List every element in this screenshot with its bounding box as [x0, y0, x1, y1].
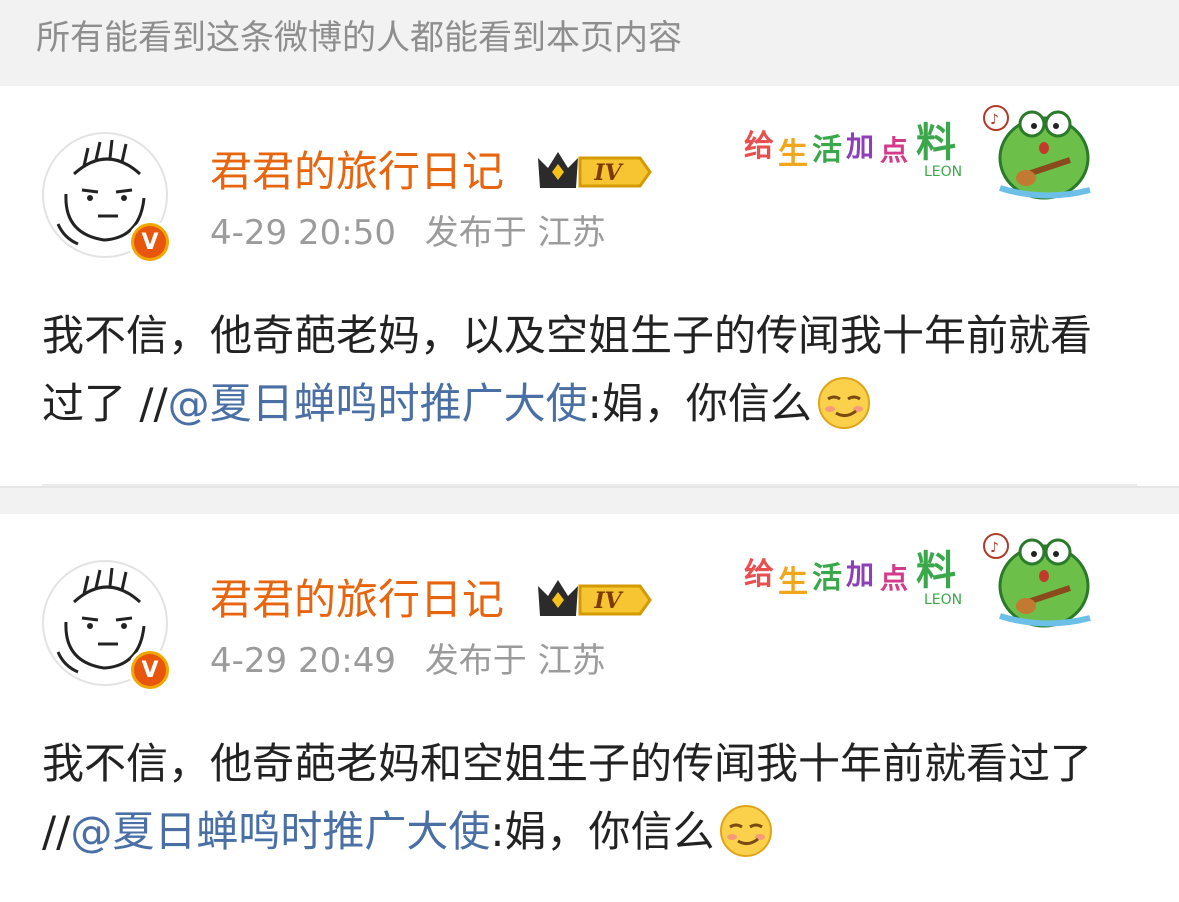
- svg-text:给: 给: [744, 557, 774, 592]
- svg-text:料: 料: [916, 120, 956, 166]
- svg-text:生: 生: [778, 565, 808, 600]
- post-time: 4-29 20:50: [210, 213, 396, 253]
- post-location: 发布于 江苏: [424, 641, 606, 681]
- svg-text:LEON: LEON: [924, 592, 962, 608]
- level-badge-label: IV: [593, 588, 623, 614]
- smirk-emoji-icon: [817, 376, 870, 429]
- post-separator: [0, 486, 1179, 514]
- post-text: 我不信，他奇葩老妈和空姐生子的传闻我十年前就看过了 //@夏日蝉鸣时推广大使:娟…: [42, 730, 1132, 866]
- verified-badge-icon: V: [128, 648, 172, 692]
- weibo-post[interactable]: V 君君的旅行日记 IV 4-29 20:49 发布于 江苏 给 生 活 加 点…: [0, 514, 1179, 902]
- svg-text:点: 点: [880, 134, 908, 167]
- vip-crown-badge-icon[interactable]: IV: [536, 148, 654, 194]
- visibility-notice: 所有能看到这条微博的人都能看到本页内容: [0, 0, 1179, 86]
- divider: [42, 484, 1137, 486]
- verified-badge-icon: V: [128, 220, 172, 264]
- svg-text:生: 生: [778, 137, 808, 172]
- user-name[interactable]: 君君的旅行日记: [210, 142, 504, 202]
- svg-text:♪: ♪: [990, 112, 999, 128]
- card-decoration-frog-icon: 给 生 活 加 点 料 LEON ♪: [744, 105, 1091, 200]
- post-text: 我不信，他奇葩老妈，以及空姐生子的传闻我十年前就看过了 //@夏日蝉鸣时推广大使…: [42, 302, 1132, 438]
- level-badge-label: IV: [593, 160, 623, 186]
- card-decoration-frog-icon: 给 生 活 加 点 料 LEON ♪: [744, 533, 1091, 628]
- post-meta: 4-29 20:49 发布于 江苏: [210, 636, 606, 686]
- vip-crown-badge-icon[interactable]: IV: [536, 576, 654, 622]
- svg-text:LEON: LEON: [924, 164, 962, 180]
- svg-text:给: 给: [744, 129, 774, 164]
- post-meta: 4-29 20:50 发布于 江苏: [210, 208, 606, 258]
- visibility-notice-text: 所有能看到这条微博的人都能看到本页内容: [36, 18, 682, 58]
- user-name[interactable]: 君君的旅行日记: [210, 570, 504, 630]
- avatar[interactable]: V: [42, 560, 172, 692]
- svg-text:点: 点: [880, 562, 908, 595]
- mention-link[interactable]: @夏日蝉鸣时推广大使: [70, 807, 490, 856]
- weibo-post[interactable]: V 君君的旅行日记 IV 4-29 20:50 发布于 江苏 给 生 活 加 点…: [0, 86, 1179, 486]
- post-location: 发布于 江苏: [424, 213, 606, 253]
- mention-link[interactable]: @夏日蝉鸣时推广大使: [168, 379, 588, 428]
- smirk-emoji-icon: [720, 804, 773, 857]
- post-text-tail: :娟，你信么: [587, 379, 812, 428]
- svg-text:活: 活: [812, 561, 842, 596]
- svg-text:加: 加: [846, 558, 874, 591]
- svg-text:料: 料: [916, 548, 956, 594]
- svg-text:加: 加: [846, 130, 874, 163]
- avatar[interactable]: V: [42, 132, 172, 264]
- post-time: 4-29 20:49: [210, 641, 396, 681]
- svg-text:♪: ♪: [990, 540, 999, 556]
- svg-text:活: 活: [812, 133, 842, 168]
- post-text-tail: :娟，你信么: [490, 807, 715, 856]
